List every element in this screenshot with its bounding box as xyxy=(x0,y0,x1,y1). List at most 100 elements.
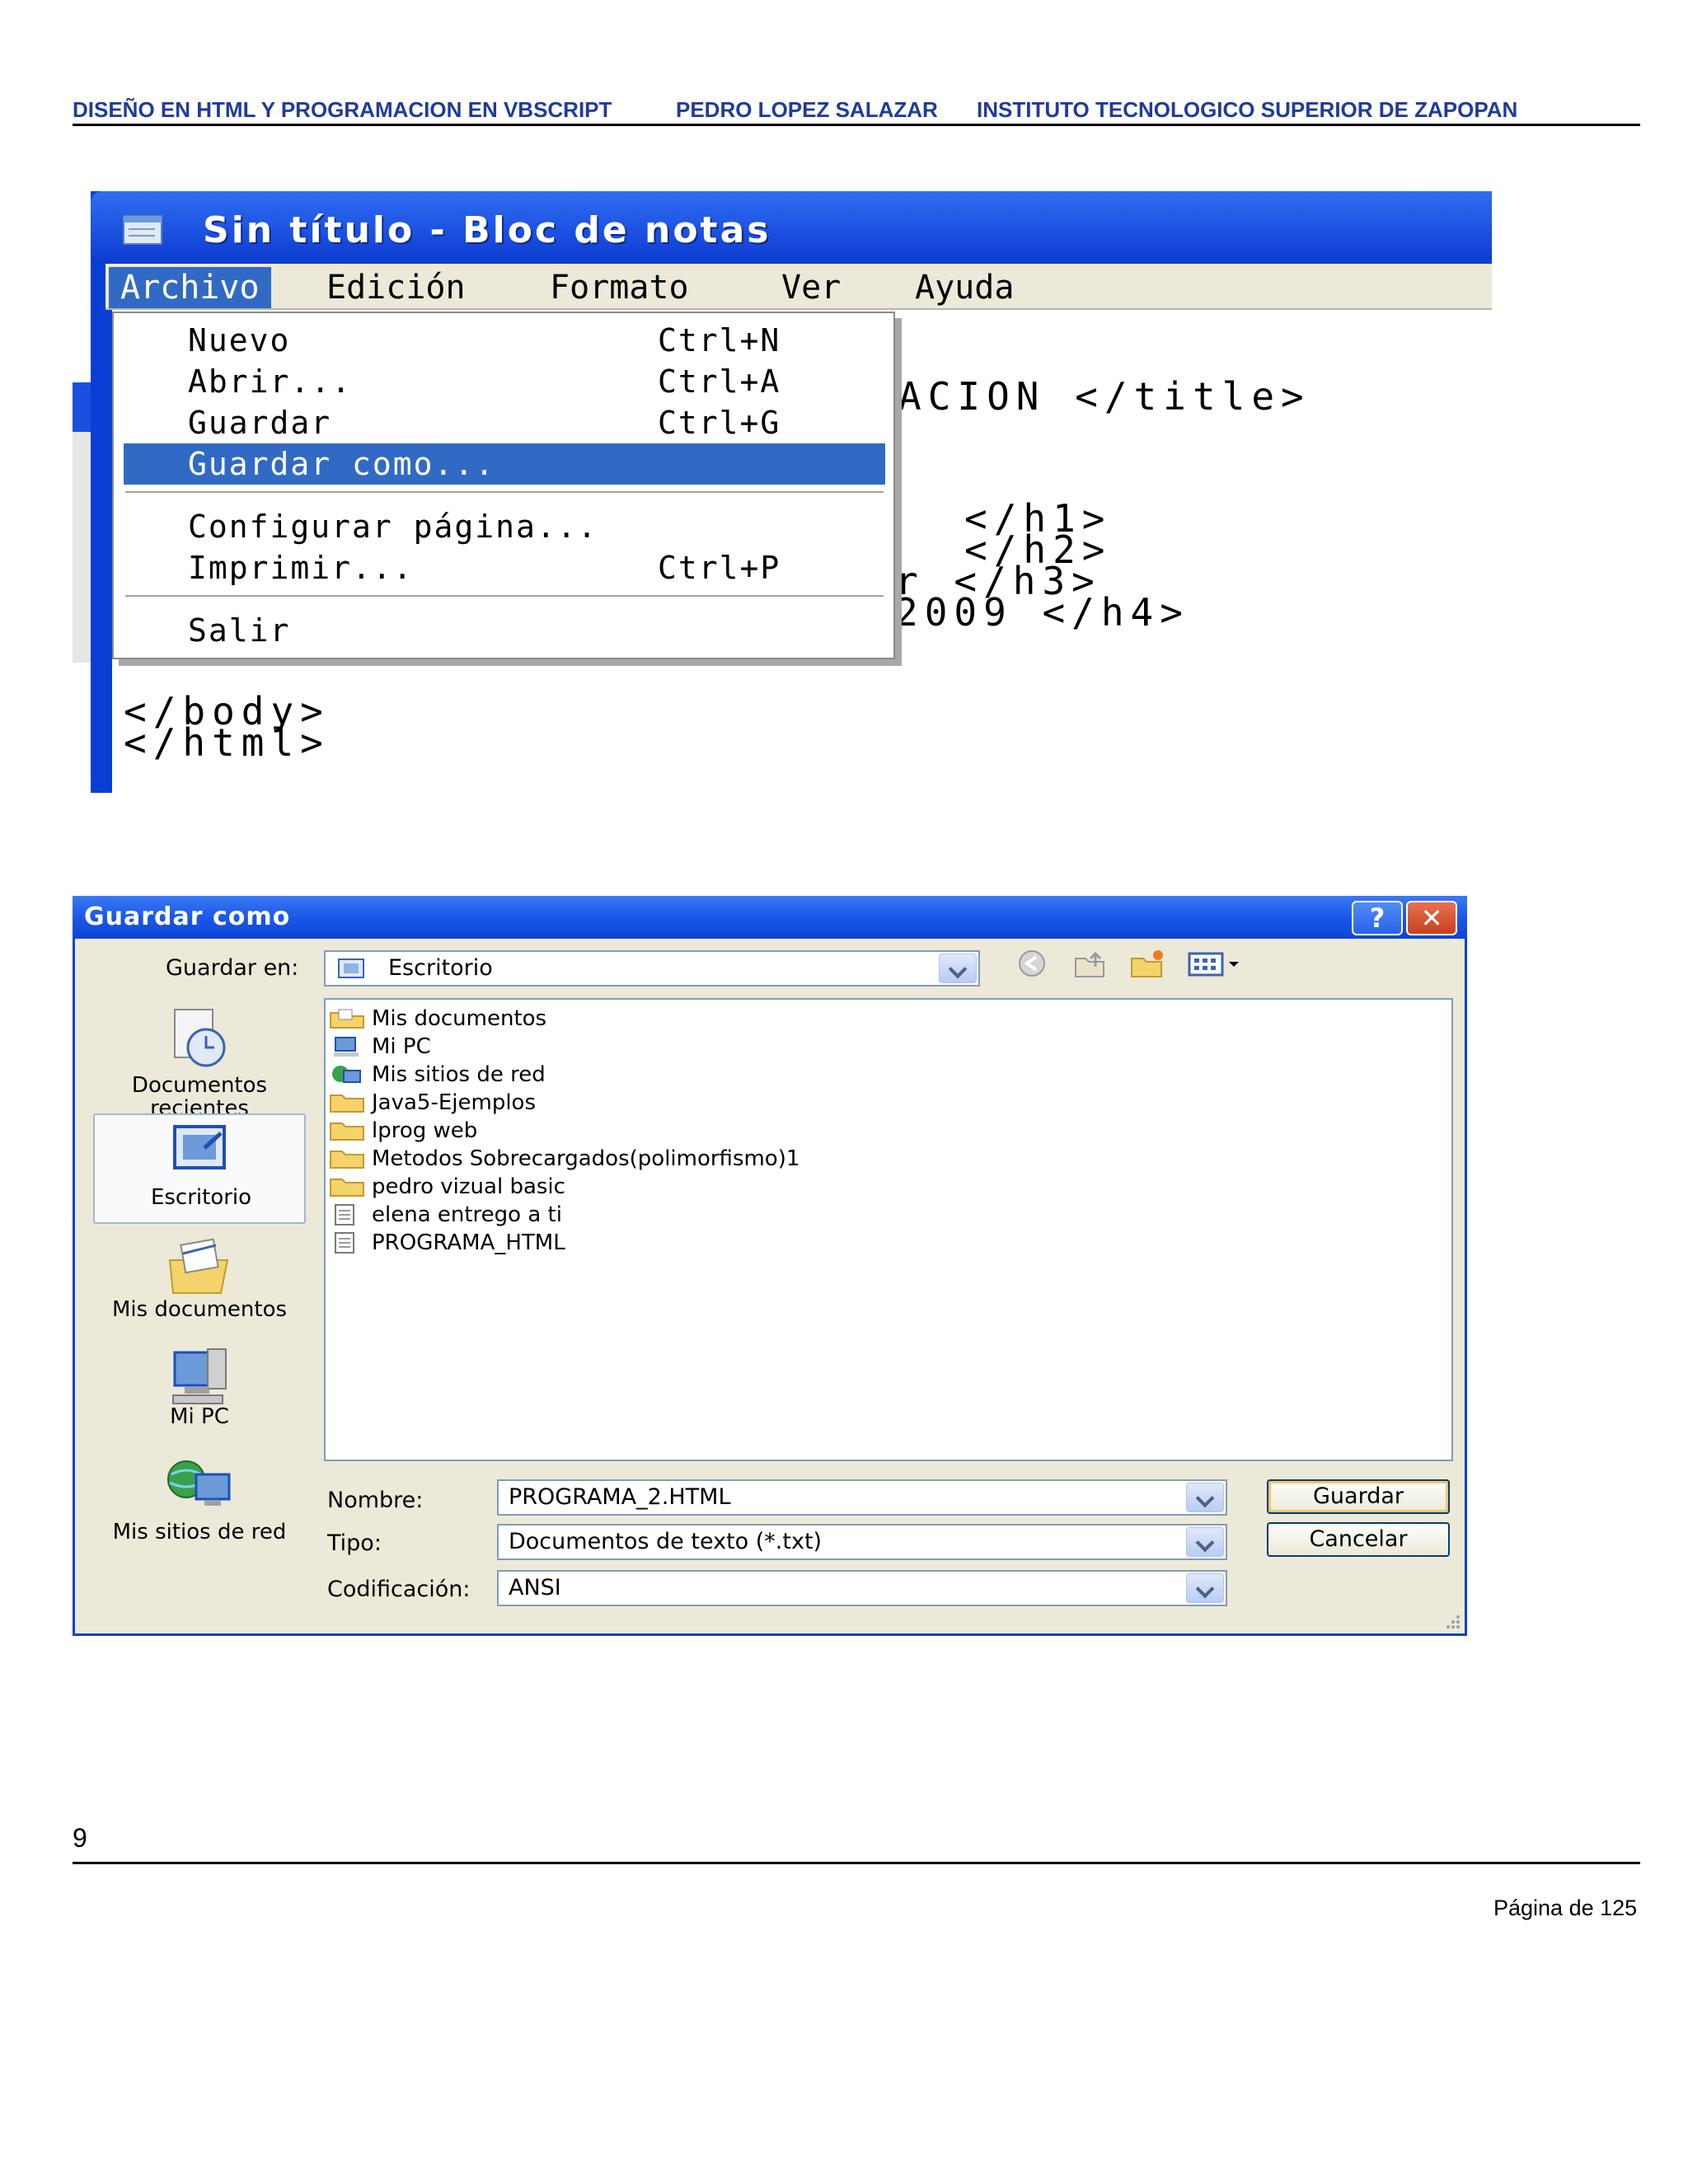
encoding-value: ANSI xyxy=(509,1575,561,1601)
place-mi-pc[interactable]: Mi PC xyxy=(93,1343,306,1433)
places-bar: Documentos recientes Escritorio Mis docu… xyxy=(93,998,306,1549)
footer-rule xyxy=(73,1862,1640,1864)
chevron-down-icon[interactable] xyxy=(939,954,977,983)
menu-item-label: Configurar página... xyxy=(188,509,598,545)
new-folder-icon[interactable] xyxy=(1128,947,1166,980)
resize-grip-icon[interactable] xyxy=(1437,1610,1461,1630)
file-type-value: Documentos de texto (*.txt) xyxy=(509,1529,823,1554)
recent-documents-icon xyxy=(174,1009,226,1067)
folder-icon xyxy=(330,1122,364,1141)
encoding-select[interactable]: ANSI xyxy=(497,1570,1227,1606)
menu-archivo[interactable]: Archivo xyxy=(109,267,271,308)
page-number: 9 xyxy=(73,1823,87,1853)
network-places-icon xyxy=(332,1066,361,1083)
header-rule xyxy=(73,124,1640,126)
menu-item-shortcut: Ctrl+N xyxy=(658,322,781,359)
menu-item-salir[interactable]: Salir xyxy=(114,610,893,651)
text-file-icon xyxy=(335,1204,354,1226)
menu-item-abrir[interactable]: Abrir... Ctrl+A xyxy=(114,361,893,402)
menu-item-nuevo[interactable]: Nuevo Ctrl+N xyxy=(114,320,893,361)
back-arrow-icon[interactable] xyxy=(1013,947,1051,980)
notepad-title: Sin título - Bloc de notas xyxy=(203,209,771,251)
save-as-dialog: Guardar como ? ✕ Guardar en: Escritorio xyxy=(73,896,1467,1636)
file-name: PROGRAMA_HTML xyxy=(372,1230,565,1255)
dialog-title: Guardar como xyxy=(84,902,291,931)
file-name: Mis sitios de red xyxy=(372,1062,546,1087)
notepad-titlebar[interactable]: Sin título - Bloc de notas xyxy=(91,191,1492,264)
chevron-down-icon[interactable] xyxy=(1186,1483,1224,1512)
place-label: Mis sitios de red xyxy=(112,1520,287,1544)
menu-item-label: Nuevo xyxy=(188,322,291,359)
folder-icon xyxy=(330,1094,364,1113)
cancel-button[interactable]: Cancelar xyxy=(1267,1522,1450,1557)
code-title-line: ACION </title> xyxy=(898,374,1311,419)
file-name: Java5-Ejemplos xyxy=(372,1090,536,1115)
folder-icon xyxy=(330,1151,364,1169)
notepad-menubar: Archivo Edición Formato Ver Ayuda xyxy=(106,264,1492,310)
menu-edicion[interactable]: Edición xyxy=(315,267,477,308)
background-window-strip xyxy=(73,382,91,663)
page-count: Página de 125 xyxy=(1493,1896,1638,1920)
place-label: Mis documentos xyxy=(111,1297,288,1322)
place-label: Mi PC xyxy=(170,1404,229,1429)
file-name-value: PROGRAMA_2.HTML xyxy=(509,1484,731,1510)
my-documents-icon xyxy=(168,1238,229,1294)
my-documents-folder-icon xyxy=(330,1009,364,1029)
dialog-titlebar[interactable]: Guardar como ? ✕ xyxy=(73,896,1467,939)
type-label: Tipo: xyxy=(327,1530,382,1556)
file-name: Mi PC xyxy=(372,1034,431,1059)
place-mis-sitios-de-red[interactable]: Mis sitios de red xyxy=(93,1451,306,1549)
place-mis-documentos[interactable]: Mis documentos xyxy=(93,1230,306,1329)
chevron-down-icon[interactable] xyxy=(1186,1573,1224,1603)
header-course-title: DISEÑO EN HTML Y PROGRAMACION EN VBSCRIP… xyxy=(73,97,612,122)
menu-item-label: Abrir... xyxy=(188,363,353,400)
desktop-small-icon xyxy=(338,958,364,978)
file-type-select[interactable]: Documentos de texto (*.txt) xyxy=(497,1524,1227,1560)
menu-item-guardar-como[interactable]: Guardar como... xyxy=(124,443,885,485)
header-author: PEDRO LOPEZ SALAZAR xyxy=(676,97,938,122)
file-name: pedro vizual basic xyxy=(372,1174,565,1199)
menu-formato[interactable]: Formato xyxy=(538,267,701,308)
view-menu-icon[interactable] xyxy=(1186,947,1244,980)
file-name-input[interactable]: PROGRAMA_2.HTML xyxy=(497,1479,1227,1516)
notepad-screenshot: Sin título - Bloc de notas Archivo Edici… xyxy=(73,191,1492,793)
menu-item-label: Imprimir... xyxy=(188,550,414,586)
menu-item-label: Salir xyxy=(188,612,291,649)
save-button[interactable]: Guardar xyxy=(1267,1479,1450,1514)
file-name: Metodos Sobrecargados(polimorfismo)1 xyxy=(372,1146,800,1171)
code-h4-line: 2009 </h4> xyxy=(895,590,1189,635)
header-institution: INSTITUTO TECNOLOGICO SUPERIOR DE ZAPOPA… xyxy=(977,97,1518,122)
file-list[interactable]: Mis documentos Mi PC Mis sitios de red J… xyxy=(324,998,1453,1461)
notepad-icon xyxy=(123,215,162,245)
menu-item-imprimir[interactable]: Imprimir... Ctrl+P xyxy=(114,547,893,588)
name-label: Nombre: xyxy=(327,1488,424,1513)
menu-separator xyxy=(125,491,884,494)
menu-separator xyxy=(125,595,884,598)
code-html-close: </html> xyxy=(124,720,330,765)
desktop-icon xyxy=(173,1125,226,1169)
my-computer-icon xyxy=(172,1348,227,1404)
my-computer-icon xyxy=(334,1037,359,1057)
menu-item-shortcut: Ctrl+A xyxy=(658,363,781,400)
place-label: Escritorio xyxy=(150,1185,252,1210)
text-file-icon xyxy=(335,1232,354,1254)
menu-item-configurar-pagina[interactable]: Configurar página... xyxy=(114,506,893,547)
menu-ayuda[interactable]: Ayuda xyxy=(903,267,1025,308)
file-menu-dropdown: Nuevo Ctrl+N Abrir... Ctrl+A Guardar Ctr… xyxy=(112,312,895,659)
file-name: elena entrego a ti xyxy=(372,1202,562,1227)
file-name: lprog web xyxy=(372,1118,478,1143)
help-button[interactable]: ? xyxy=(1352,901,1403,935)
place-documentos-recientes[interactable]: Documentos recientes xyxy=(93,998,306,1120)
encoding-label: Codificación: xyxy=(327,1577,471,1602)
save-in-value: Escritorio xyxy=(388,955,493,981)
chevron-down-icon[interactable] xyxy=(1186,1527,1224,1557)
menu-ver[interactable]: Ver xyxy=(770,267,852,308)
close-button[interactable]: ✕ xyxy=(1406,901,1457,935)
up-folder-icon[interactable] xyxy=(1071,947,1109,980)
menu-item-shortcut: Ctrl+P xyxy=(658,550,781,586)
menu-item-label: Guardar como... xyxy=(188,446,496,482)
menu-item-guardar[interactable]: Guardar Ctrl+G xyxy=(114,402,893,443)
save-in-combo[interactable]: Escritorio xyxy=(324,950,980,987)
place-escritorio[interactable]: Escritorio xyxy=(93,1113,306,1224)
file-name: Mis documentos xyxy=(372,1006,547,1031)
